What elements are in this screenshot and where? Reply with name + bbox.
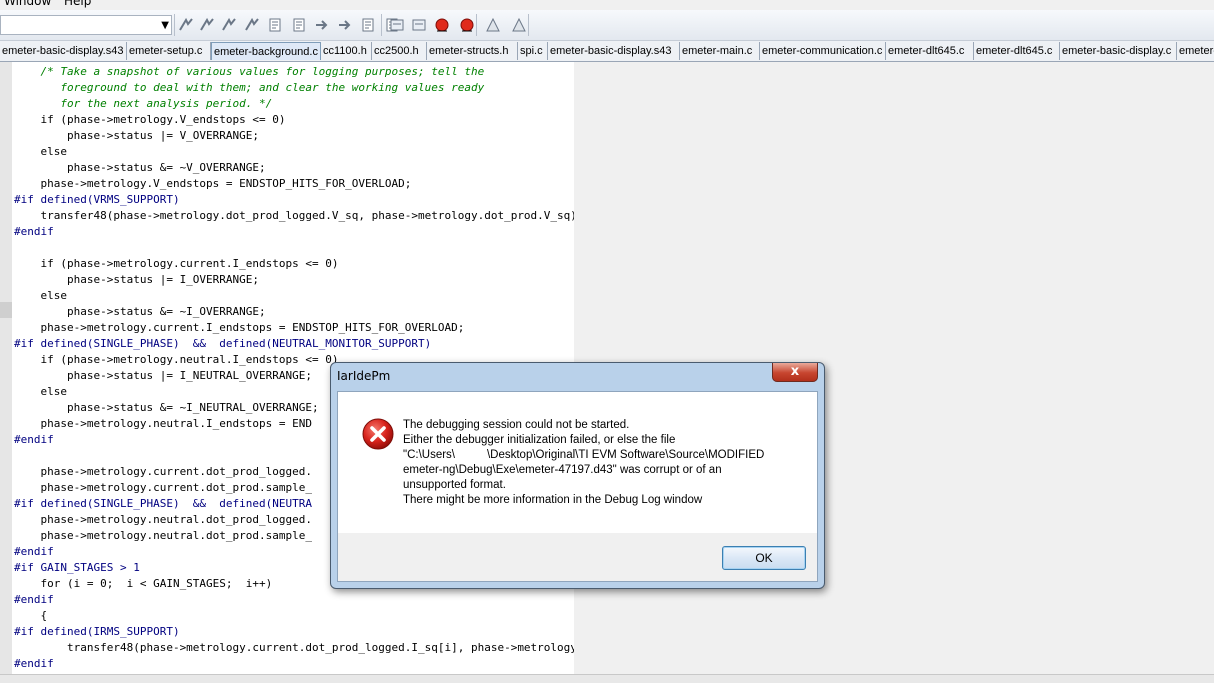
- toolbar-separator: [476, 14, 477, 36]
- make-icon[interactable]: [410, 16, 428, 34]
- code-line: phase->status |= I_OVERRANGE;: [14, 273, 260, 286]
- editor-tab[interactable]: emeter-basic-display.s43: [548, 42, 680, 60]
- editor-tab[interactable]: emeter-main.c: [680, 42, 760, 60]
- editor-tab[interactable]: emeter-dlt645.c: [974, 42, 1060, 60]
- code-line: /* Take a snapshot of various values for…: [14, 65, 485, 78]
- editor-tab[interactable]: emeter-setup.c: [127, 42, 211, 60]
- editor-tab[interactable]: emeter-dlt645.c: [886, 42, 974, 60]
- message-line: unsupported format.: [403, 479, 506, 491]
- code-line: foreground to deal with them; and clear …: [14, 81, 485, 94]
- enable-breakpoint-icon[interactable]: [198, 16, 216, 34]
- disable-breakpoint-icon[interactable]: [220, 16, 238, 34]
- code-line: phase->status |= V_OVERRANGE;: [14, 129, 260, 142]
- message-line: There might be more information in the D…: [403, 494, 703, 506]
- toggle-breakpoint-icon[interactable]: [177, 16, 195, 34]
- gutter-marker: [0, 302, 12, 318]
- code-line: #endif: [14, 657, 54, 670]
- code-line: if (phase->metrology.V_endstops <= 0): [14, 113, 286, 126]
- message-line: "C:\Users\ \Desktop\Original\TI EVM Soft…: [403, 449, 765, 461]
- code-line: #if defined(IRMS_SUPPORT): [14, 625, 180, 638]
- next-icon[interactable]: [313, 16, 331, 34]
- stop-build-icon[interactable]: [433, 16, 451, 34]
- code-line: transfer48(phase->metrology.dot_prod_log…: [14, 209, 574, 222]
- editor-gutter[interactable]: [0, 62, 12, 674]
- menu-window[interactable]: Window: [4, 0, 51, 8]
- message-line: The debugging session could not be start…: [403, 419, 630, 431]
- previous-icon[interactable]: [336, 16, 354, 34]
- error-message: The debugging session could not be start…: [403, 418, 764, 508]
- error-icon: [362, 418, 394, 450]
- code-line: phase->metrology.current.I_endstops = EN…: [14, 321, 465, 334]
- editor-tab[interactable]: spi.c: [518, 42, 548, 60]
- code-line: if (phase->metrology.current.I_endstops …: [14, 257, 339, 270]
- debug-icon[interactable]: [458, 16, 476, 34]
- editor-tab[interactable]: emeter-basic-display.c: [1060, 42, 1177, 60]
- editor-tab-bar: emeter-basic-display.s43 emeter-setup.c em…: [0, 41, 1214, 62]
- find-combo-box[interactable]: ▼: [0, 15, 172, 35]
- toolbar-separator: [174, 14, 175, 36]
- debug-without-download-icon[interactable]: [510, 16, 528, 34]
- bookmark-icon[interactable]: [266, 16, 284, 34]
- dialog-title: IarIdePm: [337, 369, 391, 383]
- code-line: else: [14, 289, 67, 302]
- code-line: for the next analysis period. */: [14, 97, 273, 110]
- menu-help[interactable]: Help: [64, 0, 91, 8]
- code-line: phase->status &= ~V_OVERRANGE;: [14, 161, 266, 174]
- code-line: #if defined(SINGLE_PHASE) && defined(NEU…: [14, 337, 432, 350]
- code-line: transfer48(phase->metrology.current.dot_…: [66, 641, 574, 654]
- message-line: Either the debugger initialization faile…: [403, 434, 676, 446]
- message-line: emeter-ng\Debug\Exe\emeter-47197.d43" wa…: [403, 464, 722, 476]
- close-button[interactable]: x: [772, 363, 818, 382]
- code-line: phase->status &= ~I_OVERRANGE;: [14, 305, 266, 318]
- download-debug-icon[interactable]: [484, 16, 502, 34]
- find-icon[interactable]: [359, 16, 377, 34]
- editor-tab[interactable]: emeter-: [1177, 42, 1214, 60]
- go-to-bookmark-icon[interactable]: [290, 16, 308, 34]
- code-line: phase->metrology.V_endstops = ENDSTOP_HI…: [14, 177, 412, 190]
- error-dialog: IarIdePm x The debugging session could n…: [330, 362, 825, 589]
- toolbar-separator: [528, 14, 529, 36]
- ok-button[interactable]: OK: [722, 546, 806, 570]
- code-line: #endif: [14, 225, 54, 238]
- toolbar-separator: [381, 14, 382, 36]
- code-line: #endif: [14, 593, 54, 606]
- editor-tab[interactable]: emeter-structs.h: [427, 42, 518, 60]
- chevron-down-icon[interactable]: ▼: [161, 16, 169, 36]
- editor-tab[interactable]: cc2500.h: [372, 42, 427, 60]
- code-line: {: [14, 609, 48, 622]
- menu-bar: Window Help: [0, 0, 1214, 10]
- editor-tab[interactable]: emeter-communication.c: [760, 42, 886, 60]
- editor-tab[interactable]: cc1100.h: [321, 42, 372, 60]
- breakpoint-list-icon[interactable]: [243, 16, 261, 34]
- editor-tab[interactable]: emeter-basic-display.s43: [0, 42, 127, 60]
- compile-icon[interactable]: [388, 16, 406, 34]
- toolbar: ▼: [0, 10, 1214, 41]
- editor-tab[interactable]: emeter-background.c: [211, 42, 321, 60]
- code-line: #if defined(VRMS_SUPPORT): [14, 193, 180, 206]
- code-line: else: [14, 145, 67, 158]
- message-area: The debugging session could not be start…: [338, 392, 817, 533]
- dialog-body: The debugging session could not be start…: [337, 391, 818, 582]
